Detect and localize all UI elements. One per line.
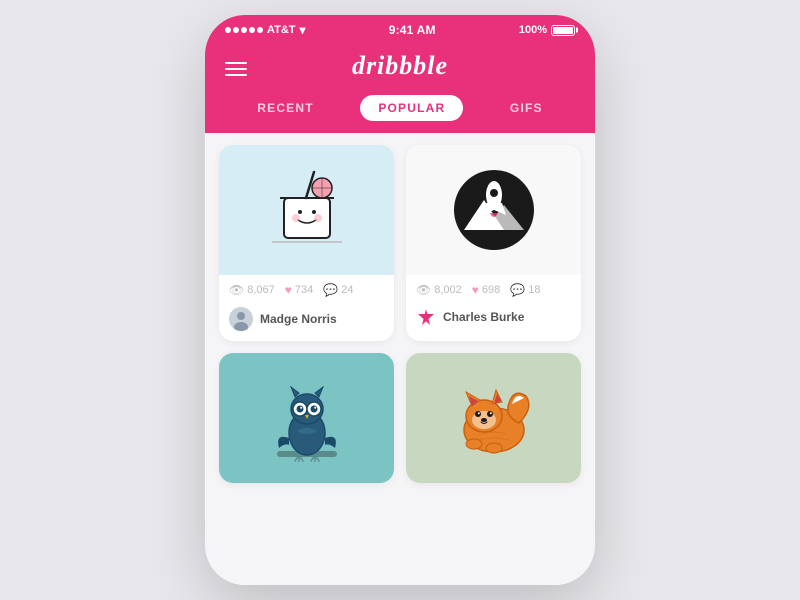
phone-frame: AT&T ▾ 9:41 AM 100% dribbble RECENT POPU… bbox=[205, 15, 595, 585]
shot-image-3 bbox=[219, 353, 394, 483]
wifi-icon: ▾ bbox=[300, 23, 306, 37]
comment-count-2: 💬 18 bbox=[510, 283, 540, 297]
shot-image-1 bbox=[219, 145, 394, 275]
tab-popular[interactable]: POPULAR bbox=[360, 95, 463, 121]
shot-image-2 bbox=[406, 145, 581, 275]
shot-stats-1: 👁 8,067 ♥ 734 💬 24 bbox=[219, 275, 394, 303]
content-area: 👁 8,067 ♥ 734 💬 24 bbox=[205, 133, 595, 585]
shot-card-3[interactable] bbox=[219, 353, 394, 483]
carrier-label: AT&T bbox=[267, 24, 296, 36]
heart-icon: ♥ bbox=[285, 283, 292, 297]
view-count-2: 👁 8,002 bbox=[416, 283, 462, 297]
eye-icon: 👁 bbox=[229, 283, 244, 297]
view-count-1: 👁 8,067 bbox=[229, 283, 275, 297]
status-left: AT&T ▾ bbox=[225, 23, 306, 37]
app-logo: dribbble bbox=[352, 51, 448, 81]
shot-card-2[interactable]: 👁 8,002 ♥ 698 💬 18 bbox=[406, 145, 581, 341]
like-count-2: ♥ 698 bbox=[472, 283, 500, 297]
shot-image-4 bbox=[406, 353, 581, 483]
comment-icon: 💬 bbox=[323, 283, 338, 297]
comment-icon-2: 💬 bbox=[510, 283, 525, 297]
signal-dots bbox=[225, 27, 263, 33]
author-2[interactable]: Charles Burke bbox=[406, 303, 581, 337]
battery-icon bbox=[551, 25, 575, 36]
shots-grid: 👁 8,067 ♥ 734 💬 24 bbox=[219, 145, 581, 483]
battery-label: 100% bbox=[519, 24, 547, 36]
like-count-1: ♥ 734 bbox=[285, 283, 313, 297]
status-right: 100% bbox=[519, 24, 575, 36]
author-name-2: Charles Burke bbox=[443, 310, 524, 324]
comment-count-1: 💬 24 bbox=[323, 283, 353, 297]
tab-bar: RECENT POPULAR GIFS bbox=[205, 95, 595, 133]
hamburger-button[interactable] bbox=[225, 62, 247, 76]
eye-icon-2: 👁 bbox=[416, 283, 431, 297]
tab-gifs[interactable]: GIFS bbox=[492, 95, 561, 121]
time-label: 9:41 AM bbox=[389, 23, 436, 37]
author-icon-2 bbox=[416, 307, 436, 327]
author-1[interactable]: Madge Norris bbox=[219, 303, 394, 341]
shot-card-1[interactable]: 👁 8,067 ♥ 734 💬 24 bbox=[219, 145, 394, 341]
author-name-1: Madge Norris bbox=[260, 312, 337, 326]
status-bar: AT&T ▾ 9:41 AM 100% bbox=[205, 15, 595, 43]
shot-stats-2: 👁 8,002 ♥ 698 💬 18 bbox=[406, 275, 581, 303]
app-header: dribbble bbox=[205, 43, 595, 95]
avatar-1 bbox=[229, 307, 253, 331]
shot-card-4[interactable] bbox=[406, 353, 581, 483]
tab-recent[interactable]: RECENT bbox=[239, 95, 332, 121]
heart-icon-2: ♥ bbox=[472, 283, 479, 297]
